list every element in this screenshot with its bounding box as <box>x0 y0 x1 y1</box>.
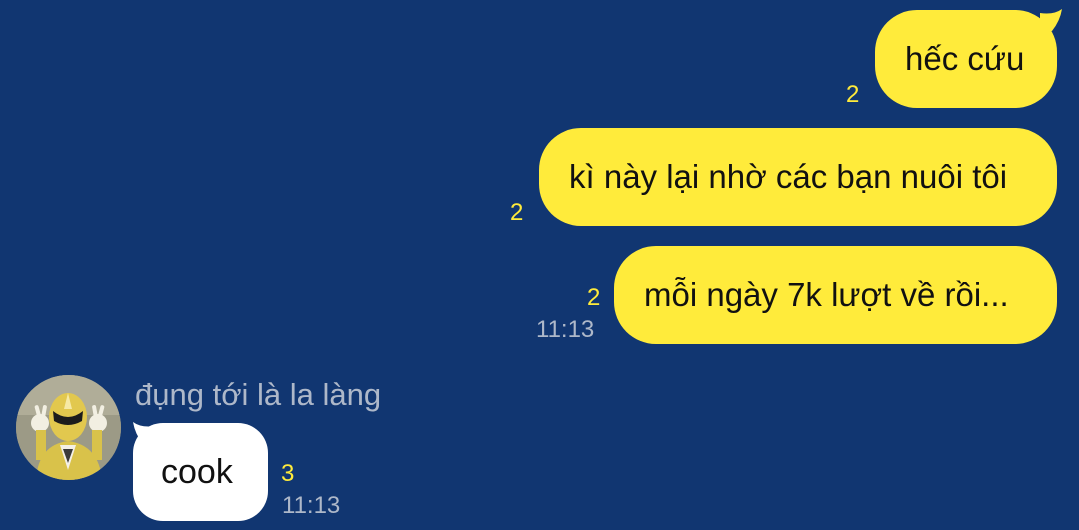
message-bubble-outgoing[interactable]: mỗi ngày 7k lượt về rồi... <box>614 246 1057 344</box>
unread-count: 2 <box>846 81 860 108</box>
message-text: kì này lại nhờ các bạn nuôi tôi <box>569 158 1008 195</box>
yellow-ranger-avatar-icon <box>16 375 121 480</box>
message-timestamp: 11:13 <box>282 492 341 519</box>
chat-area: hếc cứu 2 kì này lại nhờ các bạn nuôi tô… <box>0 0 1079 530</box>
unread-count: 2 <box>510 199 524 226</box>
message-timestamp: 11:13 <box>536 316 595 343</box>
message-bubble-outgoing[interactable]: hếc cứu <box>875 10 1057 108</box>
message-text: mỗi ngày 7k lượt về rồi... <box>644 276 1009 313</box>
bubble-tail-icon <box>133 422 155 444</box>
unread-count: 3 <box>281 460 295 487</box>
unread-count: 2 <box>587 284 601 311</box>
message-text: cook <box>161 452 233 491</box>
message-bubble-outgoing[interactable]: kì này lại nhờ các bạn nuôi tôi <box>539 128 1057 226</box>
bubble-tail-icon <box>1040 9 1062 31</box>
sender-name: đụng tới là la làng <box>135 377 382 412</box>
avatar[interactable] <box>16 375 121 480</box>
message-text: hếc cứu <box>905 40 1025 77</box>
